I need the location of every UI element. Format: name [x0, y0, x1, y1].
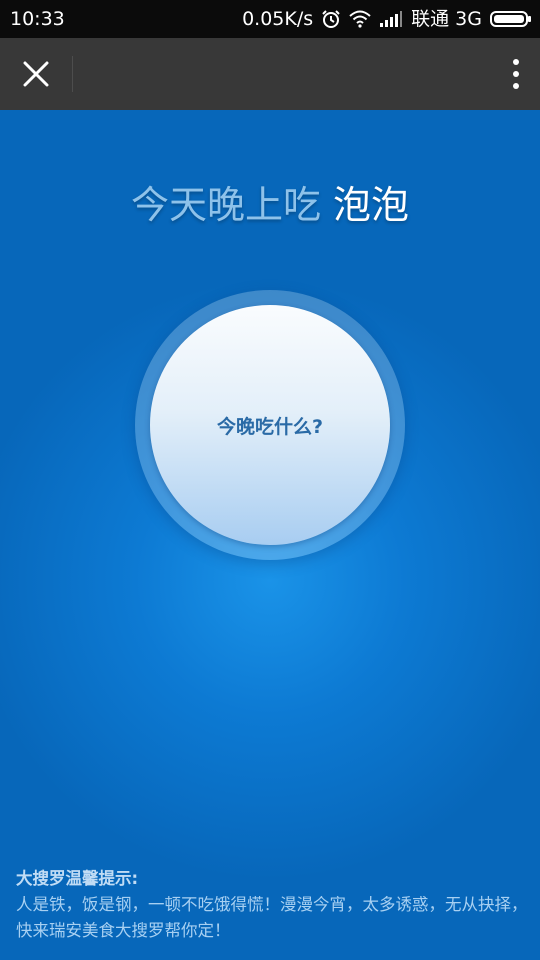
screen: 10:33 0.05K/s 联通 3G 今天晚上吃 泡泡 今晚吃什么? 大搜罗温…	[0, 0, 540, 960]
more-button[interactable]	[476, 52, 520, 96]
headline-dish: 泡泡	[333, 183, 410, 227]
tips-section: 大搜罗温馨提示: 人是铁，饭是钢，一顿不吃饿得慌！漫漫今宵，太多诱惑，无从抉择，…	[16, 866, 528, 944]
status-bar: 10:33 0.05K/s 联通 3G	[0, 0, 540, 38]
tips-body: 人是铁，饭是钢，一顿不吃饿得慌！漫漫今宵，太多诱惑，无从抉择，快来瑞安美食大搜罗…	[16, 895, 528, 940]
nav-divider	[72, 56, 73, 92]
nav-bar	[0, 38, 540, 110]
status-time: 10:33	[10, 8, 65, 30]
status-icons: 0.05K/s 联通 3G	[242, 8, 532, 30]
spin-button[interactable]: 今晚吃什么?	[150, 305, 390, 545]
more-vertical-icon	[513, 59, 519, 89]
close-button[interactable]	[14, 52, 58, 96]
wifi-icon	[349, 10, 371, 28]
alarm-icon	[321, 9, 341, 29]
signal-icon	[379, 10, 403, 28]
network-speed: 0.05K/s	[242, 8, 314, 30]
close-icon	[23, 61, 49, 87]
spin-button-label: 今晚吃什么?	[216, 415, 324, 438]
carrier-label: 联通 3G	[411, 8, 482, 30]
tips-title: 大搜罗温馨提示:	[16, 869, 139, 888]
battery-icon	[490, 10, 532, 28]
page-title: 今天晚上吃 泡泡	[0, 180, 540, 230]
headline-prefix: 今天晚上吃	[130, 183, 321, 227]
